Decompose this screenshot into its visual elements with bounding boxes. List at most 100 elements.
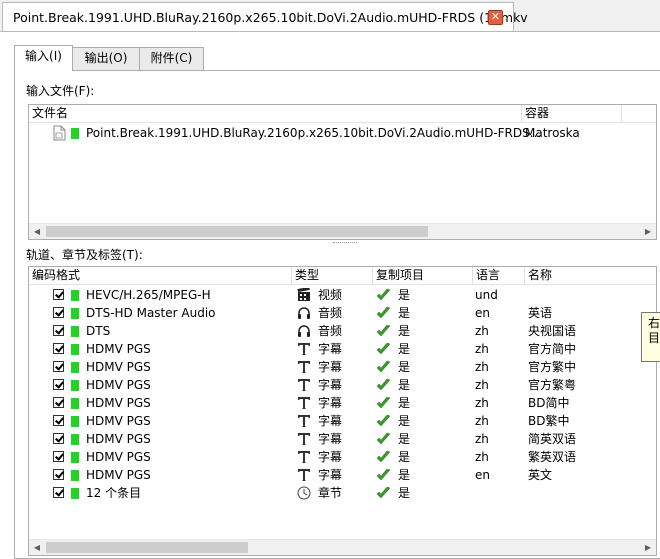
track-row[interactable]: HEVC/H.265/MPEG-H 视频 是 und xyxy=(29,286,656,304)
tracks-scrollbar[interactable]: ◀ ▶ xyxy=(29,539,656,555)
column-header-name[interactable]: 名称 xyxy=(525,267,656,284)
check-icon xyxy=(376,324,391,338)
subtitle-icon xyxy=(297,396,311,410)
input-tab-panel: 输入文件(F): 文件名 容器 Point.Break.1991.UHD.Blu… xyxy=(14,70,660,559)
track-type: 字幕 xyxy=(318,342,343,356)
track-row[interactable]: DTS-HD Master Audio 音频 是 en 英语 xyxy=(29,304,656,322)
track-type: 字幕 xyxy=(318,360,343,374)
track-checkbox[interactable] xyxy=(53,487,64,498)
track-checkbox[interactable] xyxy=(53,307,64,318)
track-copy: 是 xyxy=(398,378,411,392)
track-copy: 是 xyxy=(398,450,411,464)
column-header-language[interactable]: 语言 xyxy=(473,267,525,284)
track-copy: 是 xyxy=(398,324,411,338)
track-checkbox[interactable] xyxy=(53,451,64,462)
track-row[interactable]: HDMV PGS 字幕 是 en 英文 xyxy=(29,466,656,484)
file-icon xyxy=(53,125,66,141)
track-language: zh xyxy=(475,414,489,428)
document-tab[interactable]: Point.Break.1991.UHD.BluRay.2160p.x265.1… xyxy=(2,2,528,31)
track-row[interactable]: HDMV PGS 字幕 是 zh 官方繁粤 xyxy=(29,376,656,394)
tab-input[interactable]: 输入(I) xyxy=(14,45,73,71)
track-copy: 是 xyxy=(398,486,411,500)
track-codec: HDMV PGS xyxy=(86,414,151,428)
scroll-left-icon[interactable]: ◀ xyxy=(29,224,45,239)
tooltip-line-2: 目 xyxy=(648,331,660,345)
track-type: 音频 xyxy=(318,324,343,338)
track-codec: HDMV PGS xyxy=(86,468,151,482)
track-marker xyxy=(71,416,79,427)
scroll-right-icon[interactable]: ▶ xyxy=(640,540,656,555)
column-header-container[interactable]: 容器 xyxy=(522,105,622,122)
input-file-name: Point.Break.1991.UHD.BluRay.2160p.x265.1… xyxy=(86,126,542,140)
input-files-header: 文件名 容器 xyxy=(29,105,656,123)
track-checkbox[interactable] xyxy=(53,361,64,372)
track-checkbox[interactable] xyxy=(53,343,64,354)
track-codec: HDMV PGS xyxy=(86,396,151,410)
track-row[interactable]: DTS 音频 是 zh 央视国语 xyxy=(29,322,656,340)
splitter-grip[interactable] xyxy=(333,242,357,245)
input-file-container: Matroska xyxy=(525,126,580,140)
tooltip-line-1: 右 xyxy=(648,316,660,330)
track-copy: 是 xyxy=(398,414,411,428)
audio-icon xyxy=(297,306,311,320)
scrollbar-thumb[interactable] xyxy=(46,542,248,553)
tab-output[interactable]: 输出(O) xyxy=(72,47,140,70)
track-row[interactable]: HDMV PGS 字幕 是 zh 简英双语 xyxy=(29,430,656,448)
tab-attachments[interactable]: 附件(C) xyxy=(139,47,204,70)
input-files-list[interactable]: 文件名 容器 Point.Break.1991.UHD.BluRay.2160p… xyxy=(28,104,657,240)
track-name: BD简中 xyxy=(528,396,570,410)
track-language: zh xyxy=(475,360,489,374)
track-type: 字幕 xyxy=(318,432,343,446)
track-checkbox[interactable] xyxy=(53,379,64,390)
track-checkbox[interactable] xyxy=(53,433,64,444)
check-icon xyxy=(376,342,391,356)
track-row[interactable]: 12 个条目 章节 是 xyxy=(29,484,656,502)
track-checkbox[interactable] xyxy=(53,415,64,426)
track-codec: DTS-HD Master Audio xyxy=(86,306,216,320)
track-marker xyxy=(71,344,79,355)
column-header-codec[interactable]: 编码格式 xyxy=(29,267,292,284)
tab-input-label: 输入(I) xyxy=(25,49,62,63)
check-icon xyxy=(376,288,391,302)
tracks-list[interactable]: 编码格式 类型 复制项目 语言 名称 HEVC/H.265/MPEG-H 视频是 u… xyxy=(28,266,657,556)
track-row[interactable]: HDMV PGS 字幕 是 zh BD简中 xyxy=(29,394,656,412)
track-checkbox[interactable] xyxy=(53,325,64,336)
subtitle-icon xyxy=(297,342,311,356)
column-header-filename[interactable]: 文件名 xyxy=(29,105,522,122)
close-tab-button[interactable]: ✕ xyxy=(488,10,503,25)
track-type: 音频 xyxy=(318,306,343,320)
input-files-label: 输入文件(F): xyxy=(26,84,95,98)
column-header-type[interactable]: 类型 xyxy=(292,267,373,284)
track-row[interactable]: HDMV PGS 字幕 是 zh BD繁中 xyxy=(29,412,656,430)
track-copy: 是 xyxy=(398,468,411,482)
column-header-copy[interactable]: 复制项目 xyxy=(373,267,473,284)
scroll-right-icon[interactable]: ▶ xyxy=(640,224,656,239)
tab-attachments-label: 附件(C) xyxy=(150,51,193,65)
scrollbar-thumb[interactable] xyxy=(46,226,428,237)
subtitle-icon xyxy=(297,378,311,392)
document-tab-title: Point.Break.1991.UHD.BluRay.2160p.x265.1… xyxy=(13,10,528,25)
track-marker xyxy=(71,488,79,499)
track-codec: 12 个条目 xyxy=(86,486,142,500)
track-row[interactable]: HDMV PGS 字幕 是 zh 官方繁中 xyxy=(29,358,656,376)
track-language: zh xyxy=(475,324,489,338)
track-marker xyxy=(71,290,79,301)
tracks-header: 编码格式 类型 复制项目 语言 名称 xyxy=(29,267,656,285)
close-icon: ✕ xyxy=(490,10,501,23)
track-checkbox[interactable] xyxy=(53,469,64,480)
track-checkbox[interactable] xyxy=(53,289,64,300)
track-marker xyxy=(71,398,79,409)
subtitle-icon xyxy=(297,414,311,428)
track-name: 官方繁粤 xyxy=(528,378,577,392)
track-row[interactable]: HDMV PGS 字幕 是 zh 官方简中 xyxy=(29,340,656,358)
input-file-row[interactable]: Point.Break.1991.UHD.BluRay.2160p.x265.1… xyxy=(29,124,656,142)
input-files-scrollbar[interactable]: ◀ ▶ xyxy=(29,223,656,239)
track-name: 英语 xyxy=(528,306,553,320)
scroll-left-icon[interactable]: ◀ xyxy=(29,540,45,555)
track-name: 官方繁中 xyxy=(528,360,577,374)
track-row[interactable]: HDMV PGS 字幕 是 zh 繁英双语 xyxy=(29,448,656,466)
track-marker xyxy=(71,380,79,391)
track-checkbox[interactable] xyxy=(53,397,64,408)
track-copy: 是 xyxy=(398,360,411,374)
check-icon xyxy=(376,396,391,410)
